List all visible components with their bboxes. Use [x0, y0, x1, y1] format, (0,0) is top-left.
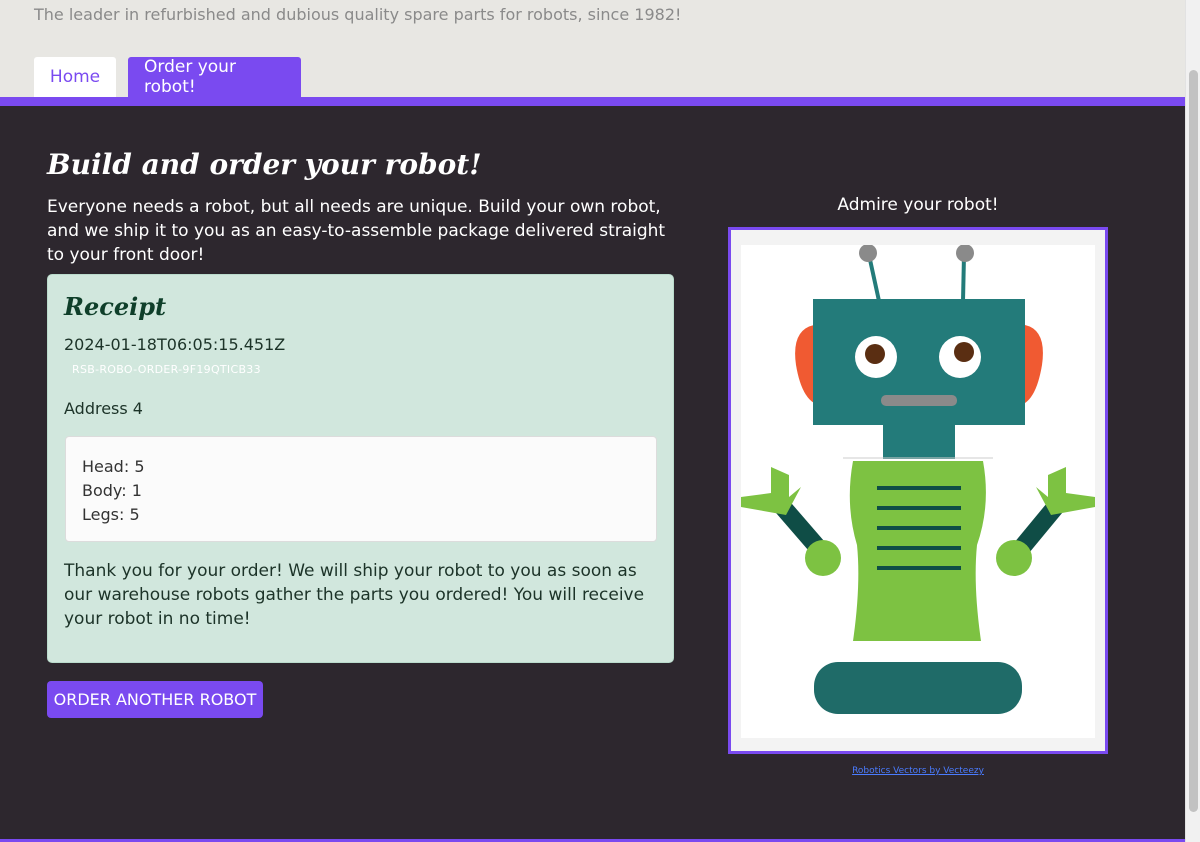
robot-neck: [883, 425, 955, 459]
receipt-title: Receipt: [64, 292, 167, 321]
robot-illustration: [741, 244, 1095, 714]
scrollbar-thumb[interactable]: [1189, 70, 1198, 812]
order-another-button[interactable]: ORDER ANOTHER ROBOT: [47, 681, 263, 718]
parts-list: Head: 5 Body: 1 Legs: 5: [65, 436, 657, 542]
main-content: Build and order your robot! Everyone nee…: [0, 97, 1185, 842]
preview-heading: Admire your robot!: [837, 195, 999, 215]
robot-preview-image: [741, 244, 1095, 738]
thank-you-message: Thank you for your order! We will ship y…: [64, 561, 645, 629]
tab-order-robot[interactable]: Order your robot!: [128, 57, 301, 97]
part-legs: Legs: 5: [82, 505, 140, 524]
receipt-address: Address 4: [64, 399, 143, 418]
page-title: Build and order your robot!: [47, 148, 482, 181]
robot-torso: [849, 461, 986, 641]
site-tagline: The leader in refurbished and dubious qu…: [34, 5, 682, 24]
robot-antennas: [859, 244, 974, 302]
part-body: Body: 1: [82, 481, 142, 500]
vector-credit-link[interactable]: Robotics Vectors by Vecteezy: [728, 766, 1108, 776]
robot-head: [813, 299, 1025, 425]
order-id: RSB-ROBO-ORDER-9F19QTICB33: [72, 363, 261, 376]
robot-base: [814, 662, 1022, 714]
nav-tabs: Home Order your robot!: [34, 57, 301, 97]
robot-preview-frame: [728, 227, 1108, 754]
receipt-panel: Receipt 2024-01-18T06:05:15.451Z RSB-ROB…: [47, 274, 674, 663]
intro-text: Everyone needs a robot, but all needs ar…: [47, 197, 666, 265]
tab-home[interactable]: Home: [34, 57, 116, 97]
page-scrollbar[interactable]: [1185, 0, 1200, 842]
part-head: Head: 5: [82, 457, 145, 476]
receipt-timestamp: 2024-01-18T06:05:15.451Z: [64, 335, 286, 354]
